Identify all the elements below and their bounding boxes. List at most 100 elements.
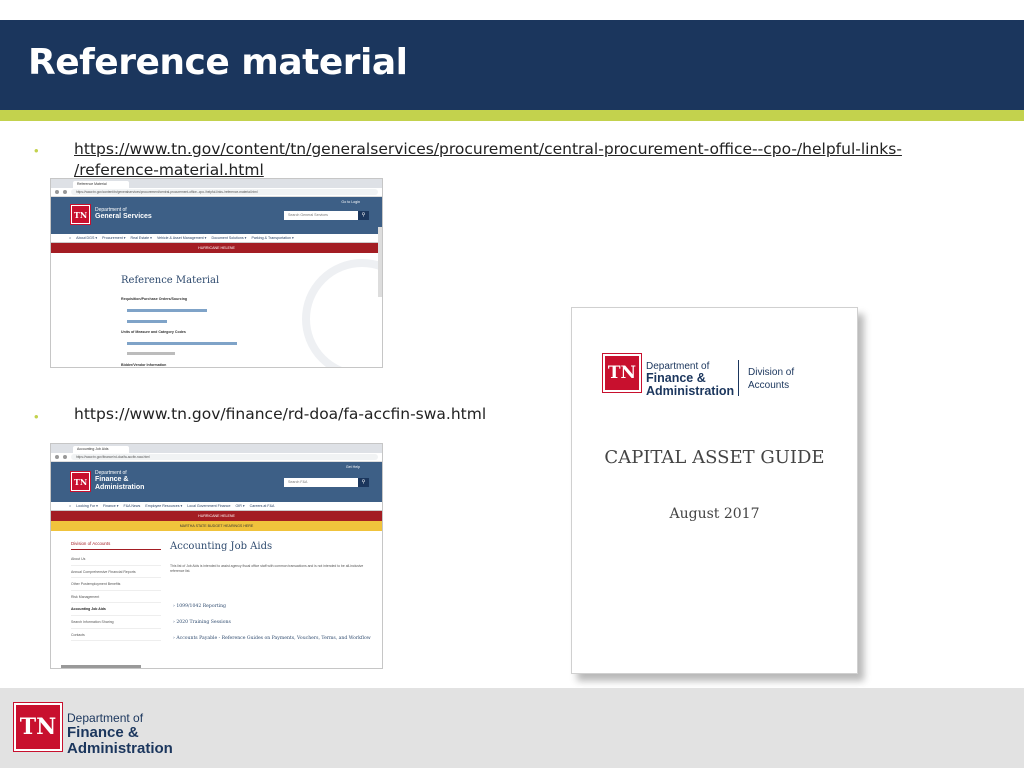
alert-banner: HURRICANE HELENE: [51, 511, 382, 521]
state-seal-watermark: [302, 259, 382, 367]
division-line: Accounts: [748, 380, 790, 391]
browser-tab: Reference Material: [73, 181, 129, 188]
job-aid-item: › 1099/1042 Reporting: [173, 604, 226, 609]
sidebar-item: Risk Management: [71, 591, 161, 604]
dept-line: Administration: [646, 384, 735, 398]
job-aid-label: Accounts Payable - Reference Guides on P…: [176, 636, 371, 641]
tn-logo: TN: [603, 354, 641, 392]
site-menu: ⌂ About DGS ▾ Procurement ▾ Real Estate …: [51, 234, 382, 243]
dept-line: General Services: [95, 213, 152, 220]
tn-logo: TN: [71, 472, 90, 491]
sidebar-item: Contacts: [71, 629, 161, 642]
site-search-input: Search General Services: [284, 211, 358, 220]
menu-item: Looking For ▾: [76, 504, 98, 508]
section-heading: Bidder/Vendor Information: [121, 363, 167, 367]
document-title: CAPITAL ASSET GUIDE: [604, 447, 825, 468]
document-date: August 2017: [669, 506, 760, 522]
menu-item: Local Government Finance: [187, 504, 231, 508]
reference-link: [127, 352, 175, 355]
menu-item: F&A News: [123, 504, 141, 508]
dept-name: Department of General Services: [95, 207, 152, 221]
help-link: Get Help: [345, 465, 360, 469]
reference-material-link[interactable]: https://www.tn.gov/content/tn/generalser…: [74, 139, 902, 181]
job-aid-label: 2020 Training Sessions: [176, 620, 231, 625]
home-icon: ⌂: [69, 236, 72, 240]
capital-asset-guide-cover: TN Department of Finance & Administratio…: [571, 307, 858, 674]
sidebar-item-active: Accounting Job Aids: [71, 603, 161, 616]
sidebar-item: Search Information Sharing: [71, 616, 161, 629]
page-description: This list of Job Aids is intended to ass…: [170, 564, 364, 573]
reload-icon: [63, 455, 67, 459]
dept-name: Department of Finance & Administration: [95, 470, 144, 492]
scrollbar: [378, 227, 382, 297]
reference-material-screenshot: Reference Material https://www.tn.gov/co…: [50, 178, 383, 368]
home-icon: ⌂: [69, 504, 72, 508]
menu-item: OIR ▾: [235, 504, 245, 508]
page-title: Accounting Job Aids: [170, 541, 273, 552]
job-aid-label: 1099/1042 Reporting: [176, 604, 226, 609]
browser-address-bar: https://www.tn.gov/content/tn/generalser…: [51, 188, 382, 197]
tn-logo: TN: [71, 205, 90, 224]
site-search-input: Search F&A: [284, 478, 358, 487]
address-field: https://www.tn.gov/finance/rd-doa/fa-acc…: [71, 454, 378, 460]
site-menu: ⌂ Looking For ▾ Finance ▾ F&A News Emplo…: [51, 502, 382, 511]
reference-link: [127, 320, 167, 323]
search-icon: ⚲: [358, 478, 369, 487]
bullet-icon: •: [34, 409, 39, 424]
menu-item: Document Solutions ▾: [211, 236, 247, 240]
alert-banner: HURRICANE HELENE: [51, 243, 382, 253]
site-banner: TN Department of General Services Go to …: [51, 197, 382, 234]
tn-logo: TN: [14, 703, 62, 751]
bullet-icon: •: [34, 143, 39, 158]
browser-tab-bar: Reference Material: [51, 179, 382, 188]
sidebar-item: Other Postemployment Benefits: [71, 578, 161, 591]
reference-link: [127, 309, 207, 312]
menu-item: Vehicle & Asset Management ▾: [156, 236, 207, 240]
browser-tab-bar: Accounting Job Aids: [51, 444, 382, 453]
reload-icon: [63, 190, 67, 194]
sidebar-heading: Division of Accounts: [71, 541, 161, 550]
dept-name: Department of Finance & Administration: [646, 361, 734, 398]
dept-line: Finance &: [67, 724, 139, 741]
slide-title: Reference material: [28, 42, 408, 83]
sidebar-item: Annual Comprehensive Financial Reports: [71, 566, 161, 579]
address-field: https://www.tn.gov/content/tn/generalser…: [71, 189, 378, 195]
menu-item: Finance ▾: [102, 504, 119, 508]
dept-name: Department of Finance & Administration: [67, 712, 173, 757]
browser-address-bar: https://www.tn.gov/finance/rd-doa/fa-acc…: [51, 453, 382, 462]
page-title: Reference Material: [121, 275, 220, 286]
slide-footer: TN Department of Finance & Administratio…: [0, 688, 1024, 768]
dept-line: Administration: [95, 484, 145, 491]
reference-link: [127, 342, 237, 345]
menu-item: Parking & Transportation ▾: [251, 236, 294, 240]
notice-banner: MARTHA STATE BUDGET HEARINGS HERE: [51, 521, 382, 531]
accounting-job-aids-screenshot: Accounting Job Aids https://www.tn.gov/f…: [50, 443, 383, 669]
menu-item: Employee Resources ▾: [145, 504, 183, 508]
division-name: Division of Accounts: [748, 366, 794, 392]
site-banner: TN Department of Finance & Administratio…: [51, 462, 382, 502]
section-heading: Requisition/Purchase Orders/Sourcing: [121, 297, 188, 301]
section-heading: Units of Measure and Category Codes: [121, 330, 186, 334]
slide-header: Reference material: [0, 20, 1024, 110]
menu-item: About DGS ▾: [76, 236, 98, 240]
accounting-job-aids-link[interactable]: https://www.tn.gov/finance/rd-doa/fa-acc…: [74, 404, 486, 425]
sidebar: Division of Accounts About Us Annual Com…: [71, 541, 161, 642]
accent-bar: [0, 110, 1024, 121]
division-line: Division of: [748, 367, 795, 378]
url-line[interactable]: https://www.tn.gov/content/tn/generalser…: [74, 139, 902, 160]
search-icon: ⚲: [358, 211, 369, 220]
menu-item: Careers at F&A: [249, 504, 275, 508]
sidebar-item: About Us: [71, 553, 161, 566]
job-aid-item: › 2020 Training Sessions: [173, 620, 231, 625]
menu-item: Procurement ▾: [102, 236, 126, 240]
browser-tab: Accounting Job Aids: [73, 446, 129, 453]
divider: [738, 360, 739, 396]
dept-line: Finance &: [95, 476, 129, 483]
back-icon: [55, 190, 59, 194]
dept-line: Administration: [67, 740, 173, 757]
login-link: Go to Login: [341, 200, 360, 204]
menu-item: Real Estate ▾: [130, 236, 152, 240]
dept-line: Department of: [67, 711, 144, 725]
back-icon: [55, 455, 59, 459]
job-aid-item: › Accounts Payable - Reference Guides on…: [173, 636, 371, 641]
